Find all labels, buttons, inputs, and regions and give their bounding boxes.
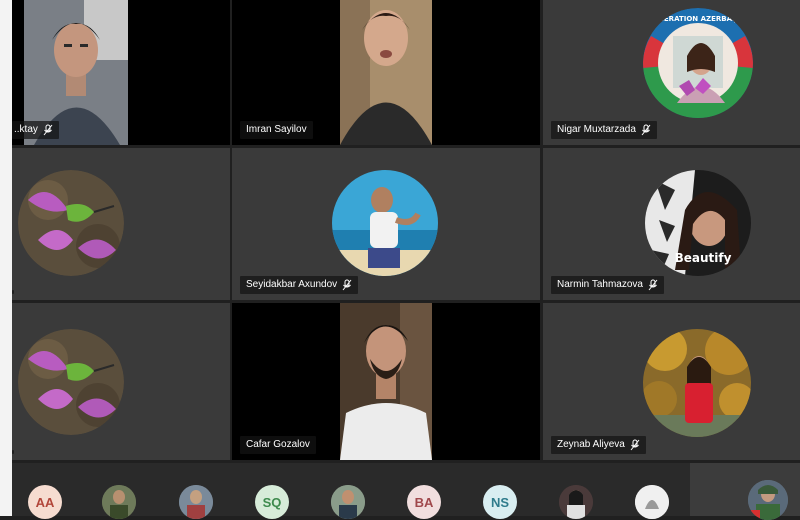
participant-photo-avatar[interactable] [635,485,669,519]
mic-off-icon [641,124,651,136]
initials: AA [35,494,55,510]
participant-name-tag: Imran Sayilov [240,121,313,139]
participant-initials-avatar[interactable]: BA [407,485,441,519]
avatar-tile-3[interactable]: GENERATION AZERBAIJAN Nigar Muxtarzada [543,0,800,145]
participant-photo-avatar[interactable] [748,480,788,520]
initials: BA [414,494,434,510]
avatar-tile-7[interactable] [12,303,230,460]
camera-feed [340,303,432,460]
profile-photo-avatar [332,170,438,276]
profile-photo-avatar: Beautify [645,170,751,276]
seal-text: GENERATION AZERBAIJAN [648,15,749,23]
generation-azerbaijan-logo-avatar: GENERATION AZERBAIJAN [643,8,753,118]
hummingbird-avatar [18,170,124,276]
initials: SQ [262,494,282,510]
participant-photo-avatar[interactable] [102,485,136,519]
mic-off-icon [43,124,53,136]
window-left-edge [0,0,12,516]
avatar-tile-9[interactable]: Zeynab Aliyeva [543,303,800,460]
participant-name-tag: Cafar Gozalov [240,436,316,454]
avatar-tile-6[interactable]: Beautify Narmin Tahmazova [543,148,800,300]
participant-initials-avatar[interactable]: NS [483,485,517,519]
participant-name: Zeynab Aliyeva [557,439,625,450]
participant-name: Cafar Gozalov [246,439,310,450]
video-tile-2[interactable]: Imran Sayilov [232,0,540,145]
hummingbird-avatar [18,329,124,435]
participant-initials-avatar[interactable]: AA [28,485,62,519]
mic-off-icon [342,279,352,291]
participant-name: Imran Sayilov [246,124,307,135]
participant-name-tag: Narmin Tahmazova [551,276,664,294]
participant-name-tag [12,290,14,294]
participant-name-tag: Zeynab Aliyeva [551,436,646,454]
participant-name: Narmin Tahmazova [557,279,643,290]
profile-photo-avatar [643,329,751,437]
initials: NS [490,494,510,510]
avatar-tile-4[interactable] [12,148,230,300]
participant-photo-avatar[interactable] [331,485,365,519]
participant-name-tag: Nigar Muxtarzada [551,121,657,139]
participant-photo-avatar[interactable] [179,485,213,519]
mic-off-icon [630,439,640,451]
participant-name: ..ktay [14,124,38,135]
participant-name-tag: ..ktay [12,121,59,139]
avatar-tile-5[interactable]: Seyidakbar Axundov [232,148,540,300]
participant-name: Seyidakbar Axundov [246,279,338,290]
avatar-badge-text: Beautify [675,251,732,265]
participant-name-tag: Seyidakbar Axundov [240,276,359,294]
video-tile-8[interactable]: Cafar Gozalov [232,303,540,460]
mic-off-icon [648,279,658,291]
video-tile-1[interactable]: ..ktay [12,0,230,145]
participant-initials-avatar[interactable]: SQ [255,485,289,519]
participant-name: Nigar Muxtarzada [557,124,636,135]
camera-feed [340,0,432,145]
participant-photo-avatar[interactable] [559,485,593,519]
participant-name-tag [12,450,14,454]
